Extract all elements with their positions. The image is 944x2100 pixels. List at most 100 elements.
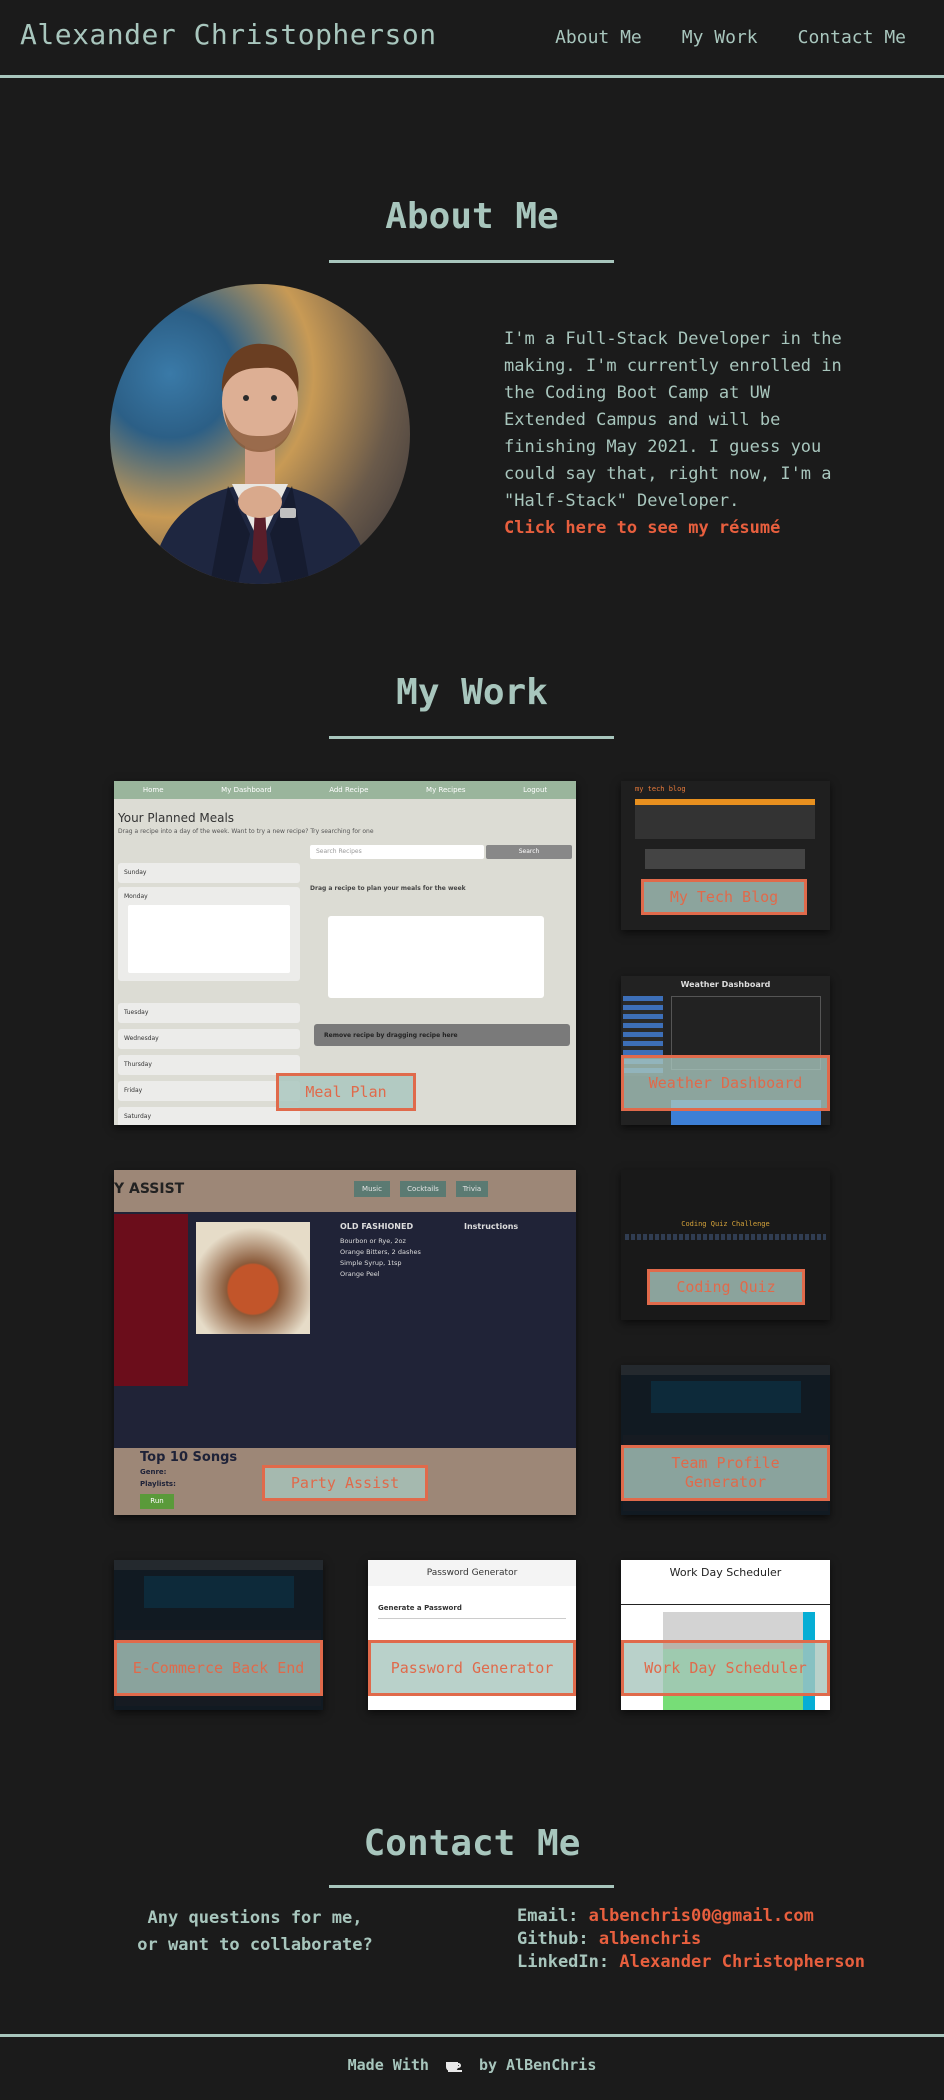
project-card-meal-plan[interactable]: Home My Dashboard Add Recipe My Recipes …	[114, 781, 576, 1125]
meal-day-friday: Friday	[118, 1081, 300, 1101]
main-nav: About Me My Work Contact Me	[555, 27, 906, 48]
party-playlist-label: Playlists:	[140, 1480, 176, 1488]
email-label: Email:	[517, 1906, 579, 1926]
meal-search-input: Search Recipes	[310, 845, 484, 859]
meal-remove-hint: Remove recipe by dragging recipe here	[314, 1024, 570, 1046]
party-tab-trivia: Trivia	[456, 1181, 488, 1197]
contact-prompt-line1: Any questions for me,	[147, 1908, 363, 1928]
linkedin-link[interactable]: Alexander Christopherson	[619, 1952, 865, 1972]
meal-drag-hint: Drag a recipe to plan your meals for the…	[310, 885, 466, 892]
meal-recipe-preview	[328, 916, 544, 998]
party-music-player	[114, 1214, 188, 1386]
work-title: My Work	[396, 672, 548, 713]
project-card-ecommerce[interactable]: E-Commerce Back End	[114, 1560, 323, 1710]
project-card-weather[interactable]: Weather Dashboard Weather Dashboard	[621, 976, 830, 1125]
meal-day-thursday: Thursday	[118, 1055, 300, 1075]
scheduler-rule	[621, 1604, 830, 1605]
project-label-meal-plan[interactable]: Meal Plan	[276, 1073, 416, 1111]
site-header: Alexander Christopherson About Me My Wor…	[0, 0, 944, 78]
contact-details: Email: albenchris00@gmail.com Github: al…	[517, 1905, 865, 1974]
project-label-coding-quiz[interactable]: Coding Quiz	[647, 1269, 805, 1305]
meal-search-button: Search	[486, 845, 572, 859]
linkedin-label: LinkedIn:	[517, 1952, 610, 1972]
about-title: About Me	[385, 196, 559, 237]
meal-day-saturday: Saturday	[118, 1107, 300, 1125]
meal-nav-home: Home	[142, 786, 164, 794]
project-card-tech-blog[interactable]: my tech blog My Tech Blog	[621, 781, 830, 930]
nav-contact-me[interactable]: Contact Me	[798, 27, 906, 48]
tech-blog-input	[645, 849, 805, 869]
meal-nav-logout: Logout	[523, 786, 548, 794]
contact-github-row: Github: albenchris	[517, 1928, 865, 1951]
team-profile-topbar	[621, 1365, 830, 1375]
meal-recipe-card	[128, 905, 290, 973]
nav-about-me[interactable]: About Me	[555, 27, 642, 48]
meal-nav-recipes: My Recipes	[426, 786, 466, 794]
team-profile-banner	[651, 1381, 801, 1413]
github-link[interactable]: albenchris	[599, 1929, 701, 1949]
resume-link[interactable]: Click here to see my résumé	[504, 515, 844, 542]
contact-prompt: Any questions for me, or want to collabo…	[130, 1905, 380, 1959]
project-card-party-assist[interactable]: Y ASSIST Music Cocktails Trivia OLD FASH…	[114, 1170, 576, 1515]
contact-email-row: Email: albenchris00@gmail.com	[517, 1905, 865, 1928]
meal-nav-dashboard: My Dashboard	[221, 786, 272, 794]
weather-title: Weather Dashboard	[680, 980, 771, 989]
party-songs-title: Top 10 Songs	[140, 1450, 238, 1465]
project-label-team-profile[interactable]: Team Profile Generator	[621, 1445, 830, 1501]
party-tab-cocktails: Cocktails	[400, 1181, 446, 1197]
quiz-intro	[625, 1234, 826, 1240]
site-brand[interactable]: Alexander Christopherson	[20, 18, 437, 51]
project-card-password[interactable]: Password Generator Generate a Password P…	[368, 1560, 576, 1710]
project-card-scheduler[interactable]: Work Day Scheduler Work Day Scheduler	[621, 1560, 830, 1710]
footer-made-with: Made With	[347, 2056, 429, 2074]
contact-prompt-line2: or want to collaborate?	[137, 1935, 373, 1955]
party-genre-label: Genre:	[140, 1468, 167, 1476]
party-ingredient-2: Orange Bitters, 2 dashes	[340, 1248, 421, 1256]
party-run-button: Run	[140, 1494, 174, 1509]
project-label-weather[interactable]: Weather Dashboard	[621, 1055, 830, 1111]
project-card-team-profile[interactable]: Team Profile Generator	[621, 1365, 830, 1515]
meal-day-wednesday: Wednesday	[118, 1029, 300, 1049]
coffee-icon	[445, 2058, 462, 2072]
contact-linkedin-row: LinkedIn: Alexander Christopherson	[517, 1951, 865, 1974]
password-divider	[378, 1618, 566, 1619]
profile-photo	[110, 284, 410, 584]
email-link[interactable]: albenchris00@gmail.com	[589, 1906, 814, 1926]
party-drink-photo	[196, 1222, 310, 1334]
meal-day-sunday: Sunday	[118, 863, 300, 883]
contact-rule	[329, 1885, 614, 1888]
work-rule	[329, 736, 614, 739]
scheduler-title: Work Day Scheduler	[669, 1566, 782, 1579]
footer-by: by AlBenChris	[478, 2056, 597, 2074]
party-logo: Y ASSIST	[114, 1181, 185, 1197]
ecommerce-banner	[144, 1576, 294, 1608]
quiz-title: Coding Quiz Challenge	[681, 1220, 770, 1228]
meal-subheading: Drag a recipe into a day of the week. Wa…	[118, 828, 374, 835]
github-label: Github:	[517, 1929, 589, 1949]
nav-my-work[interactable]: My Work	[682, 27, 758, 48]
ecommerce-topbar	[114, 1560, 323, 1570]
party-assist-screenshot: Y ASSIST Music Cocktails Trivia OLD FASH…	[114, 1170, 576, 1515]
project-label-scheduler[interactable]: Work Day Scheduler	[621, 1640, 830, 1696]
contact-title: Contact Me	[363, 1823, 581, 1864]
project-label-password[interactable]: Password Generator	[368, 1640, 576, 1696]
party-ingredient-3: Simple Syrup, 1tsp	[340, 1259, 402, 1267]
project-label-party-assist[interactable]: Party Assist	[262, 1465, 428, 1501]
about-bio: I'm a Full-Stack Developer in the making…	[504, 326, 844, 542]
meal-day-tuesday: Tuesday	[118, 1003, 300, 1023]
party-ingredients: Bourbon or Rye, 2oz Orange Bitters, 2 da…	[340, 1236, 450, 1280]
party-tab-music: Music	[354, 1181, 390, 1197]
tech-blog-post	[635, 799, 815, 839]
meal-nav-add: Add Recipe	[329, 786, 369, 794]
party-drink-name: OLD FASHIONED	[340, 1222, 414, 1231]
about-rule	[329, 260, 614, 263]
project-label-tech-blog[interactable]: My Tech Blog	[641, 879, 807, 915]
party-instructions-title: Instructions	[464, 1222, 519, 1231]
site-footer: Made With by AlBenChris	[0, 2034, 944, 2100]
password-subtitle: Generate a Password	[378, 1604, 462, 1612]
tech-blog-title: my tech blog	[635, 785, 686, 793]
project-card-coding-quiz[interactable]: Coding Quiz Challenge Coding Quiz	[621, 1170, 830, 1320]
party-ingredient-4: Orange Peel	[340, 1270, 380, 1278]
meal-heading: Your Planned Meals	[118, 811, 235, 825]
project-label-ecommerce[interactable]: E-Commerce Back End	[114, 1640, 323, 1696]
